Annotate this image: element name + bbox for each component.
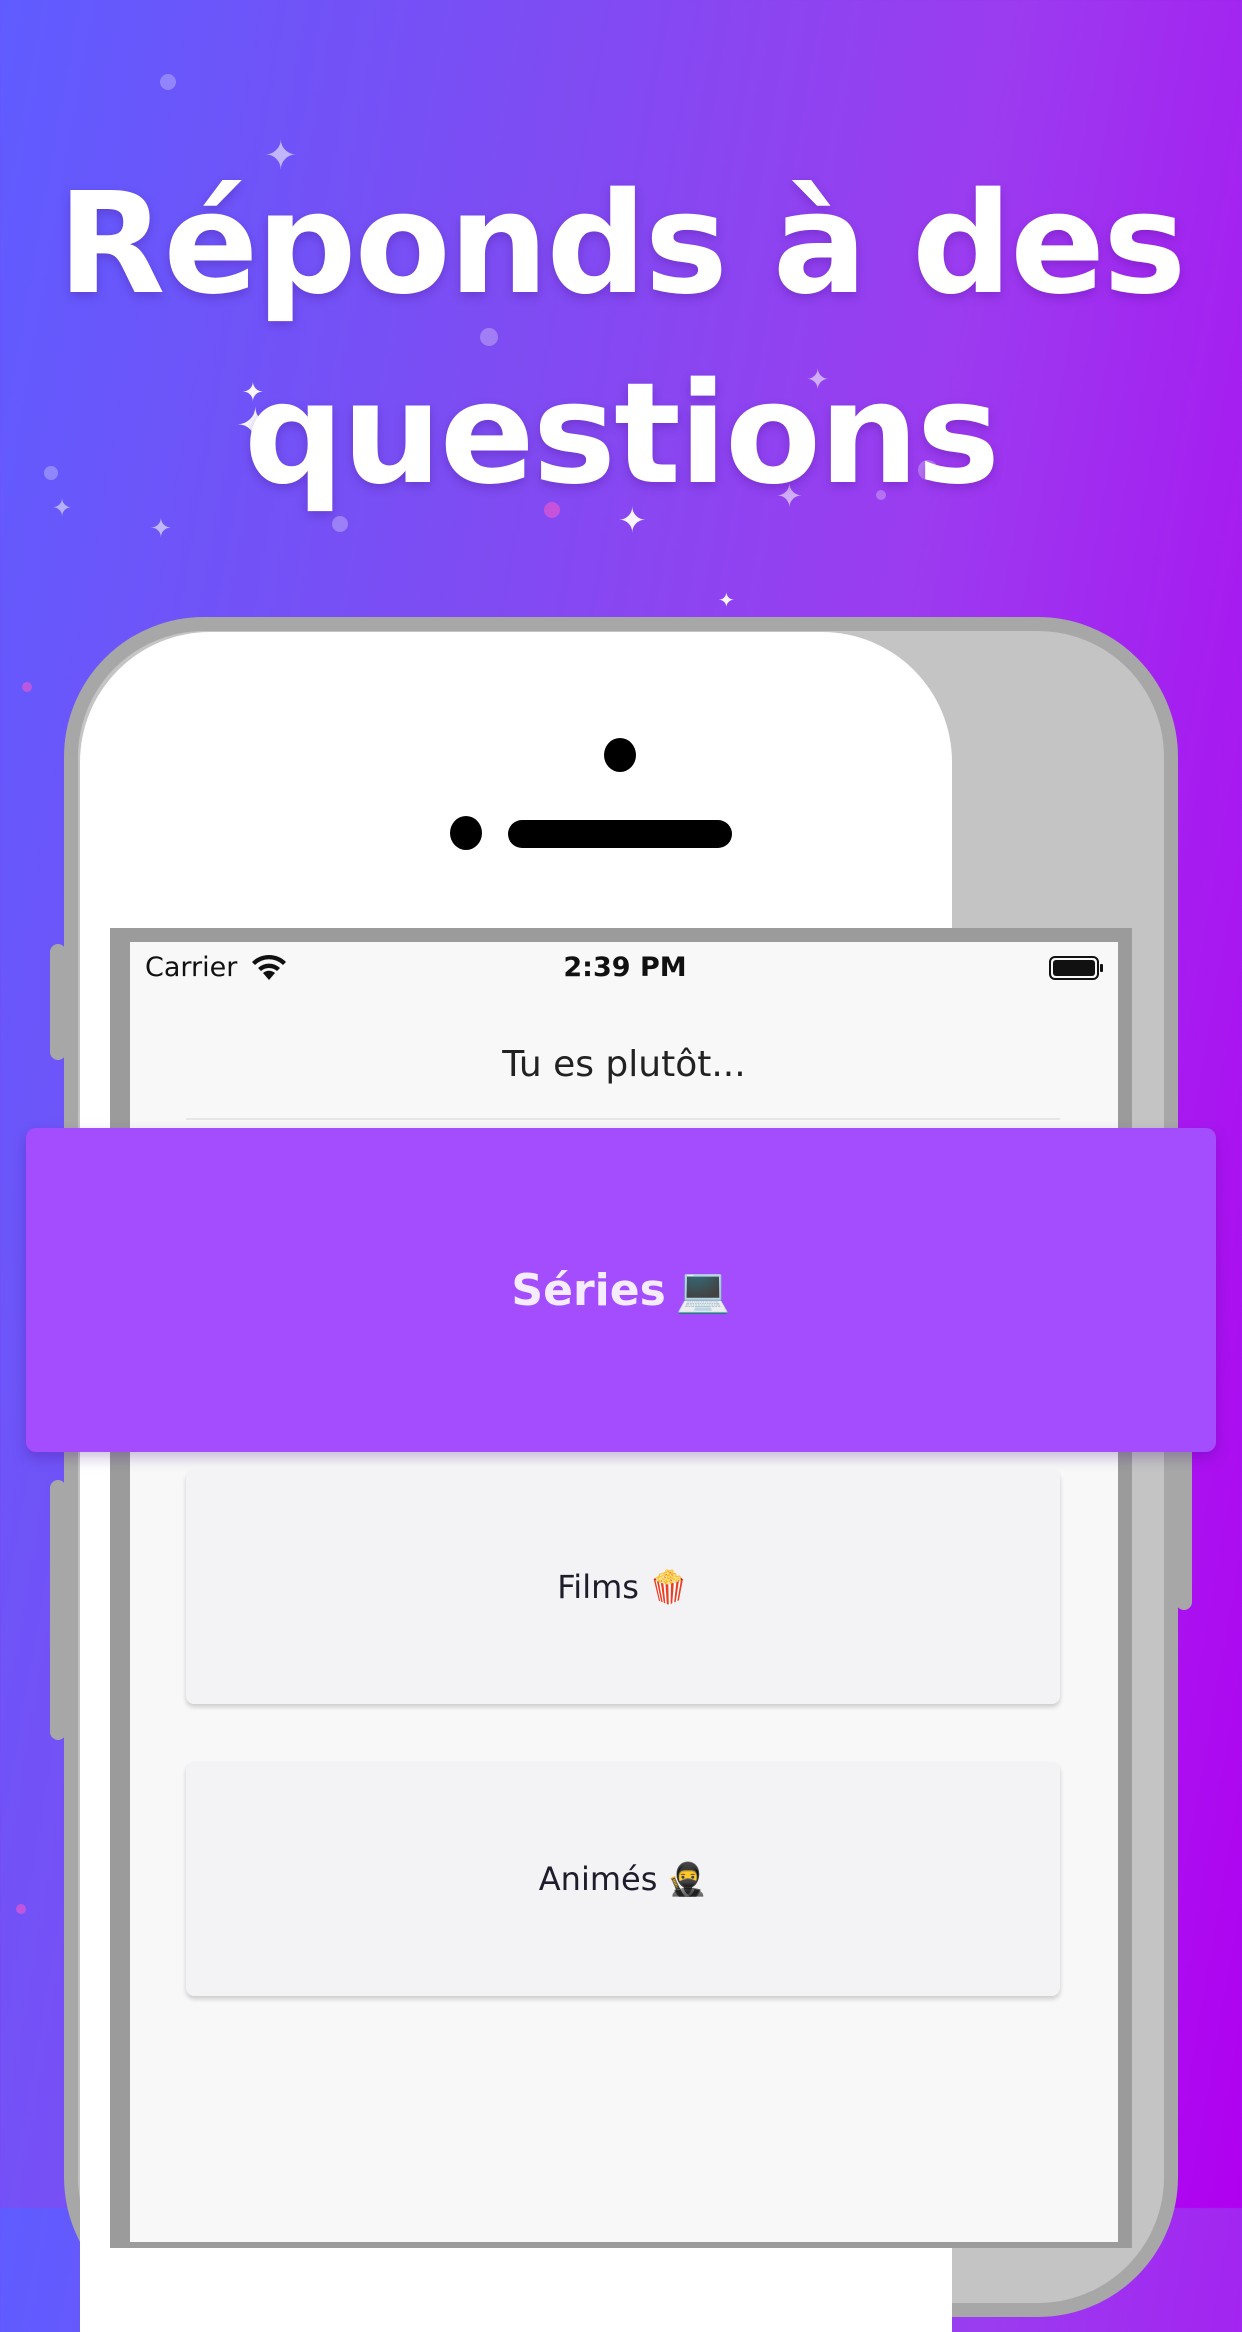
choice-series-button[interactable]: Séries 💻: [26, 1128, 1216, 1452]
ninja-icon: 🥷: [667, 1860, 708, 1898]
popcorn-icon: 🍿: [648, 1568, 689, 1606]
status-bar: Carrier 2:39 PM: [145, 948, 1105, 988]
battery-icon: [1049, 956, 1103, 980]
headline: Réponds à des questions: [0, 150, 1242, 530]
headline-line-2: questions: [243, 353, 1000, 516]
question-title: Tu es plutôt...: [502, 1044, 746, 1085]
choice-label: Films: [557, 1568, 639, 1606]
phone-side-button: [1176, 1440, 1192, 1610]
choice-animes-button[interactable]: Animés 🥷: [186, 1762, 1060, 1996]
phone-side-button: [50, 1480, 66, 1740]
headline-line-1: Réponds à des: [57, 163, 1187, 326]
choice-label: Animés: [538, 1860, 658, 1898]
laptop-icon: 💻: [675, 1265, 731, 1316]
divider: [186, 1118, 1060, 1120]
choice-label: Séries: [511, 1264, 666, 1316]
speaker-grille: [508, 820, 732, 848]
choice-films-button[interactable]: Films 🍿: [186, 1470, 1060, 1704]
sensor-icon: [450, 816, 482, 850]
status-time: 2:39 PM: [563, 952, 687, 983]
phone-side-button: [50, 944, 66, 1060]
front-camera-icon: [604, 738, 636, 772]
sparkle-icon: ✦: [718, 588, 735, 612]
